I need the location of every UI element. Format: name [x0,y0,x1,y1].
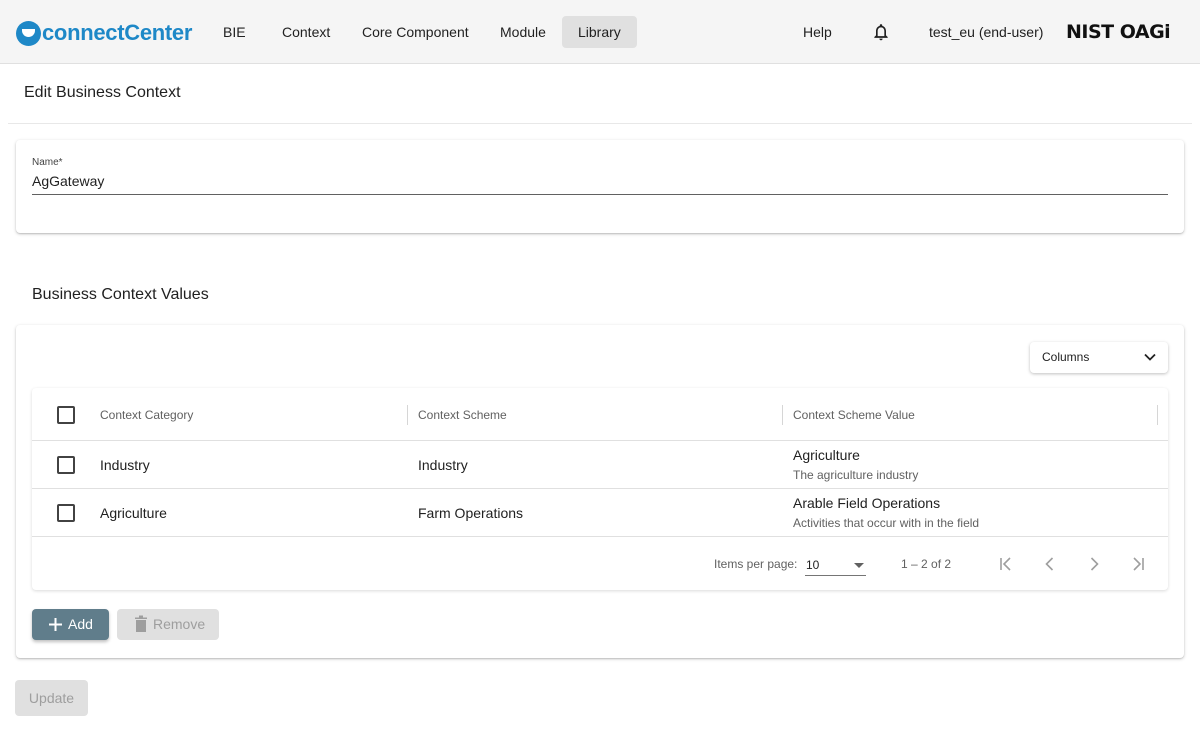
columns-dropdown[interactable]: Columns [1030,342,1168,373]
table-row[interactable]: Industry Industry Agriculture The agricu… [32,441,1168,489]
chevron-right-icon[interactable] [1084,554,1104,574]
add-button[interactable]: Add [32,609,109,640]
chevron-down-icon [1144,353,1156,361]
column-separator[interactable] [782,405,783,425]
column-separator[interactable] [1157,405,1158,425]
name-card: Name* AgGateway [16,140,1184,233]
paginator: Items per page: 10 1 – 2 of 2 [32,538,1168,590]
trash-icon [135,615,147,632]
connect-center-logo[interactable]: connectCenter [16,20,192,46]
section-title: Business Context Values [32,286,209,303]
header-context-scheme[interactable]: Context Scheme [418,408,507,422]
header-context-scheme-value[interactable]: Context Scheme Value [793,408,915,422]
table-header: Context Category Context Scheme Context … [32,388,1168,441]
cell-context-category: Agriculture [100,505,167,521]
cell-context-scheme-value: Agriculture [793,447,860,463]
cell-value-description: The agriculture industry [793,468,919,482]
top-app-bar: connectCenter BIE Context Core Component… [0,0,1200,64]
logo-text: connectCenter [42,20,193,45]
nav-module[interactable]: Module [484,16,562,48]
cell-context-scheme: Farm Operations [418,505,524,521]
nav-bie[interactable]: BIE [207,16,262,48]
help-menu[interactable]: Help [803,16,832,48]
user-menu[interactable]: test_eu (end-user) [929,16,1043,48]
page-size-value: 10 [806,558,820,572]
logo-mark-icon [16,20,41,46]
last-page-icon[interactable] [1128,554,1148,574]
name-input[interactable]: AgGateway [32,173,104,189]
cell-value-description: Activities that occur with in the field [793,516,980,530]
row-checkbox[interactable] [57,456,75,474]
cell-context-category: Industry [100,457,150,473]
dropdown-arrow-icon [854,563,864,568]
plus-icon [49,618,62,631]
select-all-checkbox[interactable] [57,406,75,424]
page-size-select[interactable]: 10 [805,555,866,576]
remove-button-label: Remove [153,616,206,632]
header-context-category[interactable]: Context Category [100,408,193,422]
add-button-label: Add [68,616,93,632]
columns-label: Columns [1042,350,1090,364]
update-button[interactable]: Update [15,680,88,716]
table-row[interactable]: Agriculture Farm Operations Arable Field… [32,489,1168,537]
context-values-table: Context Category Context Scheme Context … [32,388,1168,590]
column-separator[interactable] [407,405,408,425]
divider [8,123,1192,124]
name-input-underline [32,194,1168,195]
nist-oagi-logo: NIST OAGi [1066,21,1171,43]
row-checkbox[interactable] [57,504,75,522]
nav-library[interactable]: Library [562,16,637,48]
remove-button[interactable]: Remove [117,609,219,640]
nav-context[interactable]: Context [266,16,346,48]
page-title: Edit Business Context [24,84,181,101]
bell-icon[interactable] [871,22,891,42]
nav-core-component[interactable]: Core Component [346,16,485,48]
cell-context-scheme: Industry [418,457,468,473]
cell-context-scheme-value: Arable Field Operations [793,495,941,511]
name-field-label: Name* [32,157,63,168]
page-range-label: 1 – 2 of 2 [901,557,952,571]
first-page-icon[interactable] [996,554,1016,574]
chevron-left-icon[interactable] [1040,554,1060,574]
items-per-page-label: Items per page: [714,557,798,571]
business-context-values-card: Columns Context Category Context Scheme … [16,325,1184,658]
